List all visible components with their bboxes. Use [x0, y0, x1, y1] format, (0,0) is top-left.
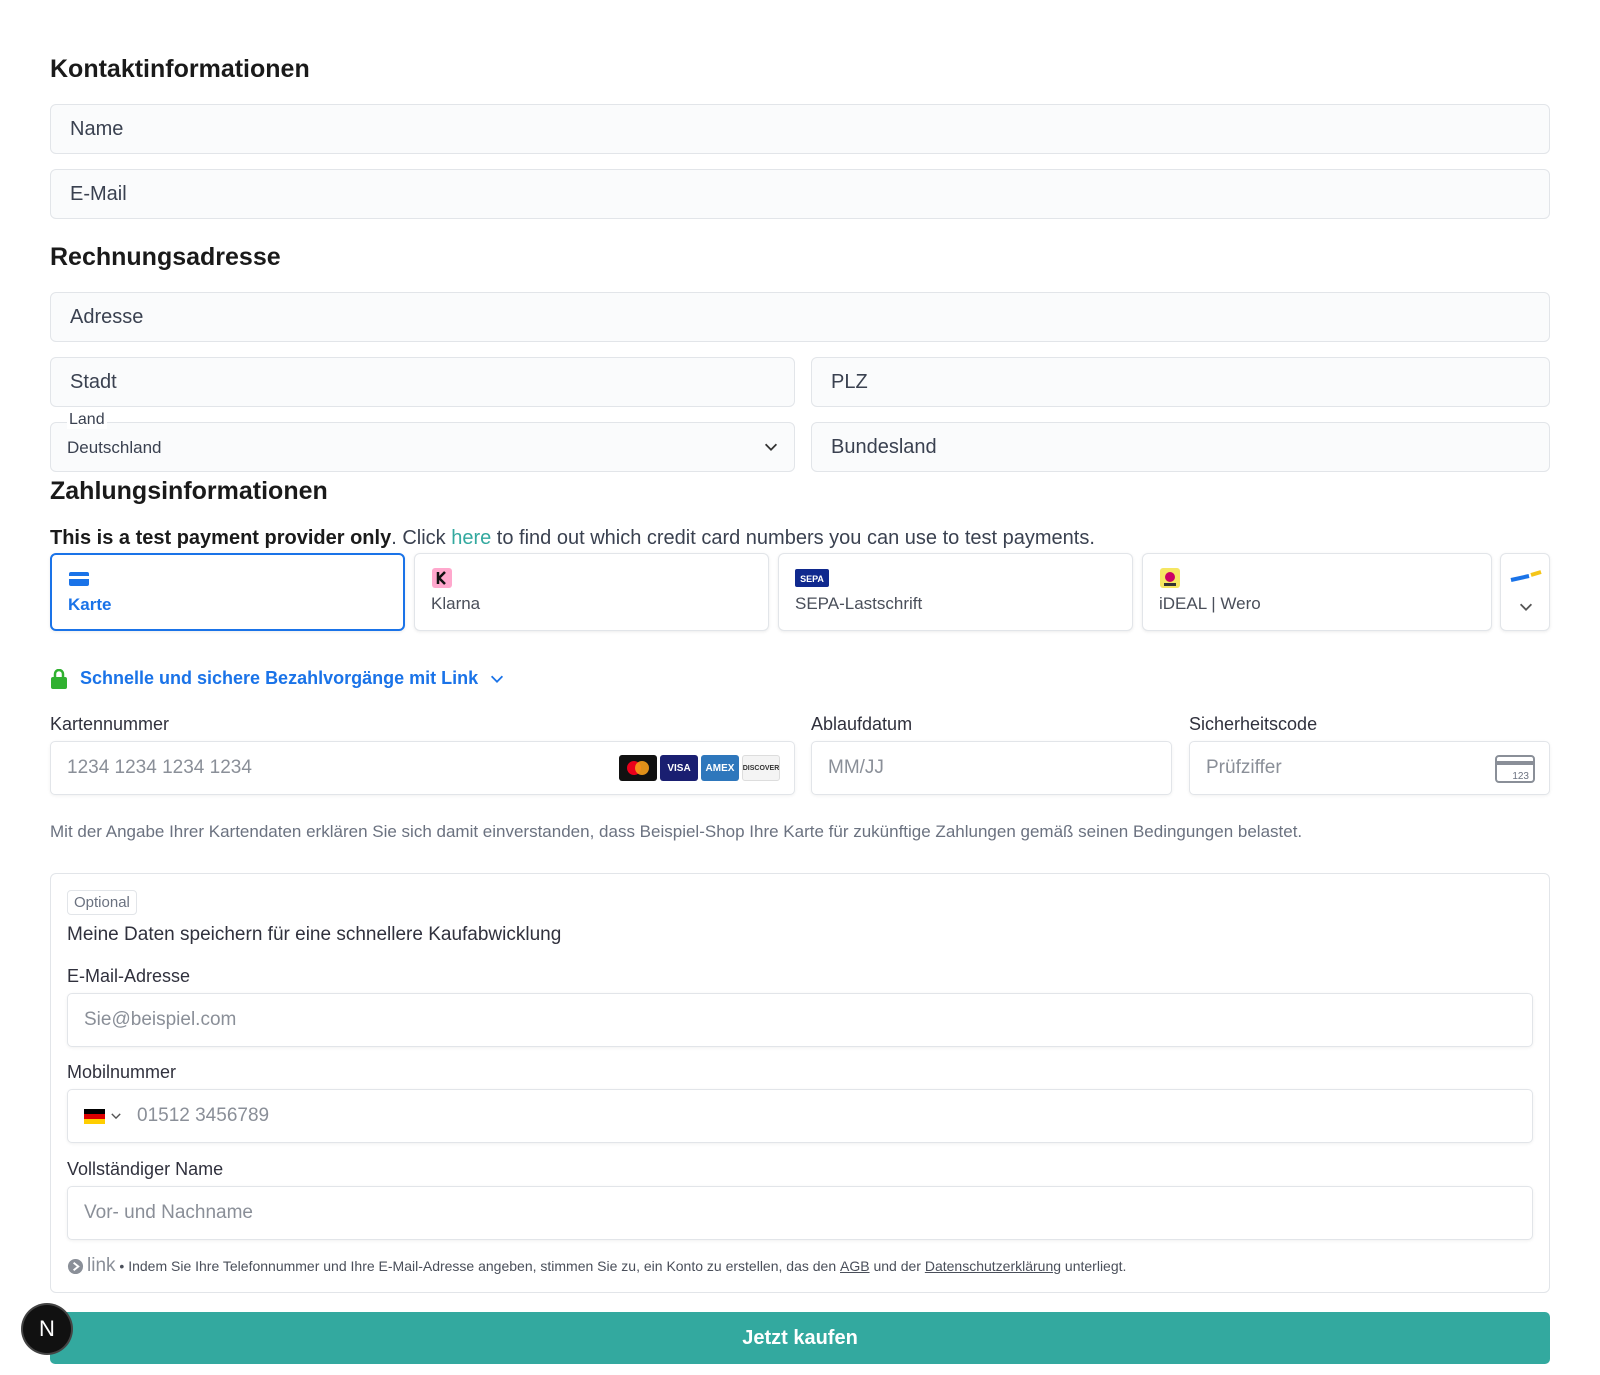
save-phone-label: Mobilnummer: [67, 1062, 177, 1082]
save-email-label: E-Mail-Adresse: [67, 966, 191, 986]
klarna-icon: [432, 568, 452, 588]
billing-heading: Rechnungsadresse: [50, 243, 281, 271]
link-logo-icon: [67, 1258, 84, 1274]
name-field[interactable]: Name: [50, 104, 1550, 154]
city-placeholder: Stadt: [70, 370, 117, 393]
notice-here-link[interactable]: here: [451, 527, 491, 549]
link-save-box: Optional Meine Daten speichern für eine …: [50, 873, 1550, 1293]
legal-separator: •: [115, 1258, 129, 1274]
state-placeholder: Bundesland: [831, 435, 937, 458]
legal-pre: Indem Sie Ihre Telefonnummer und Ihre E-…: [128, 1258, 840, 1274]
tab-karte[interactable]: Karte: [50, 553, 405, 631]
discover-icon: DISCOVER: [742, 755, 780, 781]
tab-klarna-label: Klarna: [431, 594, 481, 613]
card-number-input[interactable]: 1234 1234 1234 1234 VISA AMEX DISCOVER: [50, 741, 795, 795]
test-provider-notice: This is a test payment provider only. Cl…: [50, 527, 1095, 550]
country-value: Deutschland: [67, 438, 162, 457]
card-icon: [69, 572, 89, 586]
cvc-input[interactable]: Prüfziffer 123: [1189, 741, 1550, 795]
mastercard-icon: [619, 755, 657, 781]
svg-text:SEPA: SEPA: [800, 574, 824, 584]
country-code-selector[interactable]: [84, 1108, 123, 1124]
city-field[interactable]: Stadt: [50, 357, 795, 407]
payment-heading: Zahlungsinformationen: [50, 477, 328, 505]
expiry-label: Ablaufdatum: [811, 714, 913, 734]
privacy-link[interactable]: Datenschutzerklärung: [925, 1258, 1061, 1274]
state-field[interactable]: Bundesland: [811, 422, 1550, 472]
expiry-placeholder: MM/JJ: [828, 757, 884, 778]
country-label: Land: [67, 411, 107, 429]
card-number-placeholder: 1234 1234 1234 1234: [67, 757, 252, 778]
sepa-icon: SEPA: [795, 569, 829, 587]
more-payment-methods-button[interactable]: [1500, 553, 1550, 631]
tab-sepa[interactable]: SEPA SEPA-Lastschrift: [778, 553, 1133, 631]
cvc-label: Sicherheitscode: [1189, 714, 1318, 734]
legal-post: unterliegt.: [1061, 1258, 1127, 1274]
agb-link[interactable]: AGB: [840, 1258, 870, 1274]
tab-klarna[interactable]: Klarna: [414, 553, 769, 631]
address-placeholder: Adresse: [70, 305, 144, 328]
cvc-icon-text: 123: [1512, 771, 1529, 782]
notice-pre: . Click: [391, 527, 452, 549]
save-fullname-placeholder: Vor- und Nachname: [84, 1202, 253, 1223]
link-brand: link: [87, 1255, 116, 1276]
lock-icon: [51, 668, 67, 689]
notice-bold: This is a test payment provider only: [50, 527, 392, 549]
card-brands: VISA AMEX DISCOVER: [619, 755, 780, 781]
amex-icon: AMEX: [701, 755, 739, 781]
tab-sepa-label: SEPA-Lastschrift: [795, 594, 923, 613]
german-flag-icon: [84, 1108, 105, 1124]
tab-ideal[interactable]: iDEAL | Wero: [1142, 553, 1492, 631]
tab-karte-label: Karte: [68, 595, 112, 614]
cvc-card-icon: 123: [1495, 755, 1535, 783]
save-email-input[interactable]: Sie@beispiel.com: [67, 993, 1533, 1047]
link-promo-label: Schnelle und sichere Bezahlvorgänge mit …: [80, 668, 479, 688]
email-field[interactable]: E-Mail: [50, 169, 1550, 219]
buy-now-button[interactable]: Jetzt kaufen: [50, 1312, 1550, 1364]
ideal-icon: [1160, 568, 1180, 588]
optional-badge: Optional: [67, 890, 137, 915]
link-promo[interactable]: Schnelle und sichere Bezahlvorgänge mit …: [50, 668, 506, 689]
payment-more-icon: [1510, 570, 1542, 582]
chevron-down-icon: [491, 675, 504, 683]
card-consent-text: Mit der Angabe Ihrer Kartendaten erkläre…: [50, 822, 1303, 841]
email-placeholder: E-Mail: [70, 182, 127, 205]
save-fullname-input[interactable]: Vor- und Nachname: [67, 1186, 1533, 1240]
zip-placeholder: PLZ: [831, 370, 868, 393]
notice-post: to find out which credit card numbers yo…: [491, 527, 1095, 549]
visa-icon: VISA: [660, 755, 698, 781]
chevron-down-icon: [111, 1113, 121, 1120]
save-phone-input[interactable]: 01512 3456789: [67, 1089, 1533, 1143]
save-phone-placeholder: 01512 3456789: [137, 1105, 270, 1126]
contact-heading: Kontaktinformationen: [50, 55, 310, 83]
tab-ideal-label: iDEAL | Wero: [1159, 594, 1261, 613]
expiry-input[interactable]: MM/JJ: [811, 741, 1172, 795]
name-placeholder: Name: [70, 117, 124, 140]
chevron-down-icon: [1519, 603, 1533, 611]
zip-field[interactable]: PLZ: [811, 357, 1550, 407]
save-email-placeholder: Sie@beispiel.com: [84, 1009, 237, 1030]
card-number-label: Kartennummer: [50, 714, 170, 734]
address-field[interactable]: Adresse: [50, 292, 1550, 342]
chevron-down-icon: [764, 443, 778, 451]
save-fullname-label: Vollständiger Name: [67, 1159, 224, 1179]
n-avatar-badge[interactable]: N: [23, 1305, 71, 1353]
country-select[interactable]: Land Deutschland: [50, 411, 795, 472]
cvc-placeholder: Prüfziffer: [1206, 757, 1282, 778]
legal-mid: und der: [869, 1258, 925, 1274]
link-legal-text: link • Indem Sie Ihre Telefonnummer und …: [67, 1255, 1126, 1277]
save-title: Meine Daten speichern für eine schneller…: [67, 924, 562, 945]
